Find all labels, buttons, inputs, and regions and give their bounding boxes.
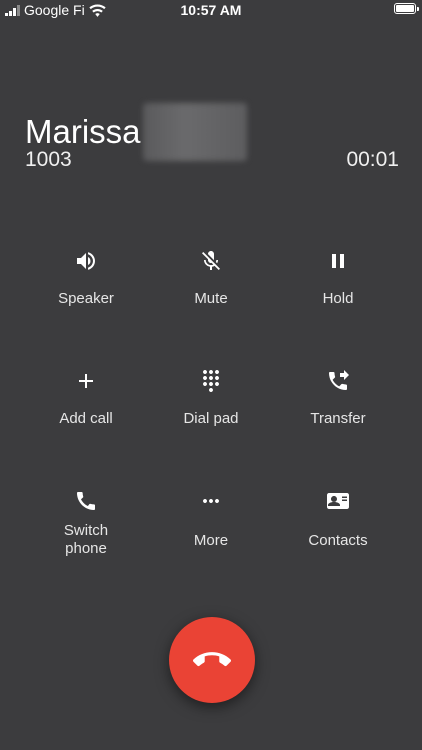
phone-icon bbox=[73, 488, 99, 514]
redacted-last-name bbox=[142, 103, 247, 161]
switch-phone-label: Switch phone bbox=[64, 522, 108, 558]
switch-phone-label-line2: phone bbox=[65, 540, 107, 557]
contact-card-icon bbox=[325, 488, 351, 514]
dialpad-icon bbox=[198, 368, 224, 394]
more-label: More bbox=[193, 532, 229, 549]
hold-label: Hold bbox=[322, 290, 354, 307]
mute-label: Mute bbox=[194, 290, 228, 307]
plus-icon bbox=[73, 368, 99, 394]
contacts-label: Contacts bbox=[308, 532, 368, 549]
in-call-screen: Google Fi 10:57 AM Marissa 1003 00:01 Sp… bbox=[0, 0, 422, 750]
status-time: 10:57 AM bbox=[180, 2, 242, 18]
add-call-button[interactable]: Add call bbox=[26, 368, 146, 428]
switch-phone-label-line1: Switch bbox=[63, 522, 109, 539]
caller-number: 1003 bbox=[25, 148, 72, 171]
more-button[interactable]: More bbox=[151, 488, 271, 550]
switch-phone-button[interactable]: Switch phone bbox=[26, 488, 146, 558]
hang-up-icon bbox=[193, 652, 231, 667]
speaker-icon bbox=[73, 248, 99, 274]
transfer-label: Transfer bbox=[310, 410, 366, 427]
dial-pad-button[interactable]: Dial pad bbox=[151, 368, 271, 428]
mic-off-icon bbox=[198, 248, 224, 274]
mute-button[interactable]: Mute bbox=[151, 248, 271, 308]
pause-icon bbox=[325, 248, 351, 274]
speaker-button[interactable]: Speaker bbox=[26, 248, 146, 308]
transfer-button[interactable]: Transfer bbox=[278, 368, 398, 428]
status-bar: Google Fi 10:57 AM bbox=[0, 0, 422, 20]
speaker-label: Speaker bbox=[58, 290, 114, 307]
end-call-button[interactable] bbox=[169, 617, 255, 703]
more-horizontal-icon bbox=[198, 488, 224, 514]
hold-button[interactable]: Hold bbox=[278, 248, 398, 308]
contacts-button[interactable]: Contacts bbox=[278, 488, 398, 550]
add-call-label: Add call bbox=[59, 410, 113, 427]
phone-forward-icon bbox=[325, 368, 351, 394]
call-duration: 00:01 bbox=[346, 148, 399, 171]
battery-icon bbox=[394, 3, 419, 14]
caller-first-name: Marissa bbox=[25, 113, 141, 150]
dial-pad-label: Dial pad bbox=[183, 410, 239, 427]
